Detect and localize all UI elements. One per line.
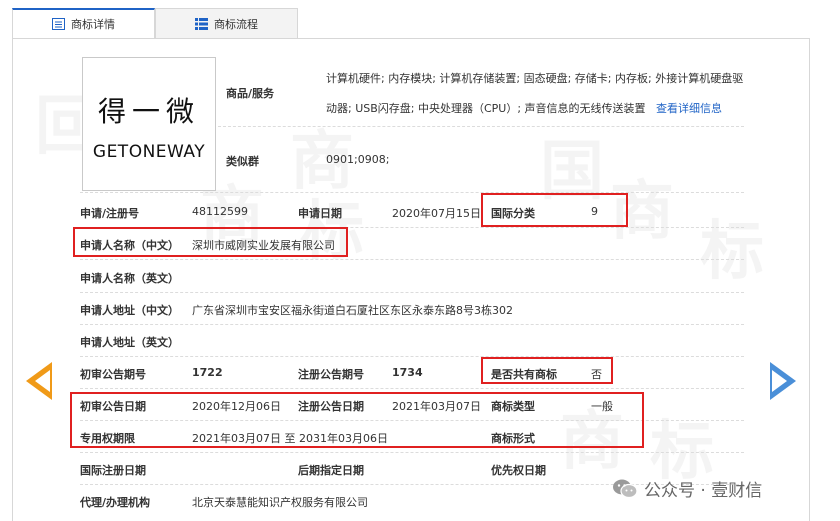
row-divider xyxy=(80,292,744,293)
wechat-icon xyxy=(612,478,638,500)
prelim-no-value: 1722 xyxy=(192,366,223,379)
tab-trademark-process[interactable]: 商标流程 xyxy=(155,8,298,39)
row-divider xyxy=(80,452,744,453)
wechat-account-text: 公众号 · 壹财信 xyxy=(644,481,763,501)
row-divider xyxy=(80,388,744,389)
agent-value: 北京天泰慧能知识产权服务有限公司 xyxy=(192,496,368,509)
grid-list-icon xyxy=(195,17,208,30)
highlight-box xyxy=(481,193,628,227)
highlight-box xyxy=(481,357,613,384)
reg-no-value: 48112599 xyxy=(192,205,248,218)
list-icon xyxy=(52,18,65,30)
logo-chinese-text: 得一微 xyxy=(97,95,200,128)
similar-group-value: 0901;0908; xyxy=(326,153,390,166)
reg-notice-no-label: 注册公告期号 xyxy=(298,368,364,381)
later-date-label: 后期指定日期 xyxy=(298,464,364,477)
address-cn-label: 申请人地址（中文） xyxy=(80,304,179,317)
reg-notice-no-value: 1734 xyxy=(392,366,423,379)
highlight-box xyxy=(70,392,644,448)
logo-english-text: GETONEWAY xyxy=(92,142,206,162)
trademark-image: 得一微 GETONEWAY xyxy=(82,57,216,191)
tab-label: 商标流程 xyxy=(214,17,258,31)
highlight-box xyxy=(73,227,348,257)
next-arrow-icon[interactable] xyxy=(770,362,796,400)
tab-bar: 商标详情 商标流程 xyxy=(12,8,298,39)
reg-no-label: 申请/注册号 xyxy=(80,207,140,220)
priority-date-label: 优先权日期 xyxy=(491,464,546,477)
wechat-watermark: 公众号 · 壹财信 xyxy=(612,476,762,501)
row-divider xyxy=(218,126,744,127)
goods-line-1: 计算机硬件; 内存模块; 计算机存储装置; 固态硬盘; 存储卡; 内存板; 外接… xyxy=(326,72,744,85)
similar-group-label: 类似群 xyxy=(226,155,259,168)
apply-date-label: 申请日期 xyxy=(298,207,342,220)
intl-reg-date-label: 国际注册日期 xyxy=(80,464,146,477)
apply-date-value: 2020年07月15日 xyxy=(392,207,481,220)
goods-label: 商品/服务 xyxy=(226,87,275,100)
row-divider xyxy=(80,324,744,325)
tab-label: 商标详情 xyxy=(71,18,115,31)
row-divider xyxy=(80,259,744,260)
address-en-label: 申请人地址（英文） xyxy=(80,336,179,349)
view-details-link[interactable]: 查看详细信息 xyxy=(656,100,722,116)
prelim-no-label: 初审公告期号 xyxy=(80,368,146,381)
row-divider xyxy=(80,356,744,357)
goods-line-2: 动器; USB闪存盘; 中央处理器（CPU）; 声音信息的无线传送装置 xyxy=(326,102,646,115)
row-divider xyxy=(80,192,744,193)
previous-arrow-icon[interactable] xyxy=(26,362,52,400)
address-cn-value: 广东省深圳市宝安区福永街道白石厦社区东区永泰东路8号3栋302 xyxy=(192,304,513,317)
agent-label: 代理/办理机构 xyxy=(80,496,151,509)
applicant-en-label: 申请人名称（英文） xyxy=(80,272,179,285)
tab-trademark-details[interactable]: 商标详情 xyxy=(12,8,155,39)
